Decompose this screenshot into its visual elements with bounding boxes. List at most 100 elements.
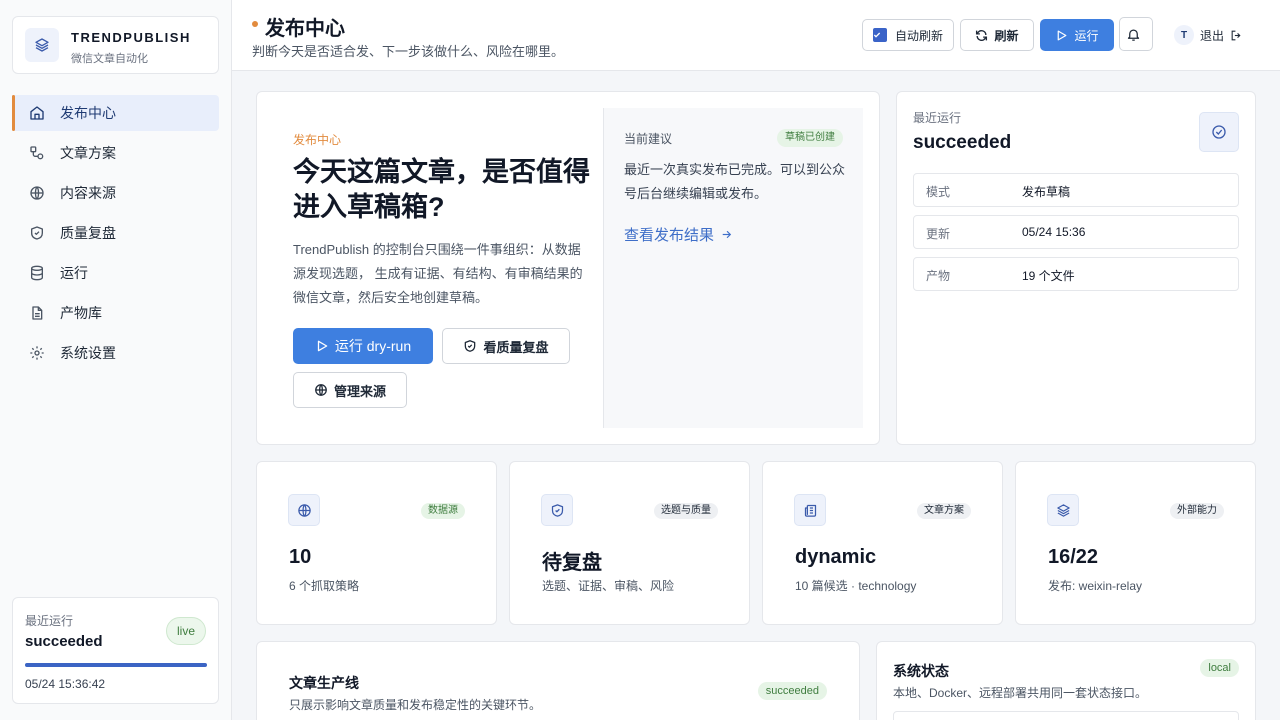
notifications-button[interactable] <box>1119 17 1153 51</box>
gear-icon <box>28 344 46 362</box>
stat-card-article-plan[interactable]: 文章方案 dynamic 10 篇候选 · technology <box>762 461 1003 625</box>
avatar: T <box>1174 25 1194 45</box>
system-env-badge: local <box>1200 659 1239 677</box>
logout-label[interactable]: 退出 <box>1200 27 1224 44</box>
brand-name: TRENDPUBLISH <box>71 30 191 45</box>
sidebar-run-status: 最近运行 succeeded live 05/24 15:36:42 <box>12 597 219 704</box>
stat-subtitle: 6 个抓取策略 <box>289 579 360 593</box>
page-header: 发布中心 判断今天是否适合发、下一步该做什么、风险在哪里。 自动刷新 刷新 运行… <box>232 0 1280 71</box>
stat-value: dynamic <box>795 546 877 568</box>
system-status-title: 系统状态 <box>893 663 949 679</box>
row-key: 更新 <box>926 227 951 241</box>
run-progress-fill <box>25 663 207 667</box>
sidebar-item-label: 发布中心 <box>60 105 116 121</box>
row-value: 19 个文件 <box>1022 269 1075 283</box>
page-subtitle: 判断今天是否适合发、下一步该做什么、风险在哪里。 <box>252 44 565 59</box>
system-status-subtitle: 本地、Docker、远程部署共用同一套状态接口。 <box>893 686 1148 700</box>
title-dot <box>252 21 258 27</box>
system-status-card: 系统状态 本地、Docker、远程部署共用同一套状态接口。 local <box>876 641 1256 720</box>
sidebar-item-label: 质量复盘 <box>60 225 116 241</box>
run-dry-run-label: 运行 dry-run <box>334 338 412 354</box>
shield-check-icon <box>541 494 573 526</box>
sidebar-item-label: 运行 <box>60 265 88 281</box>
view-quality-review-button[interactable]: 看质量复盘 <box>442 328 570 364</box>
run-updated-row: 更新 05/24 15:36 <box>913 215 1239 249</box>
user-menu[interactable]: T 退出 <box>1174 24 1243 46</box>
database-icon <box>28 264 46 282</box>
hero-description: TrendPublish 的控制台只围绕一件事组织：从数据源发现选题， 生成有证… <box>293 242 583 305</box>
checkbox-checked-icon[interactable] <box>872 28 887 42</box>
sidebar-item-artifacts[interactable]: 产物库 <box>12 295 219 331</box>
globe-icon <box>315 384 327 396</box>
stat-value: 10 <box>289 546 312 568</box>
sidebar-item-label: 内容来源 <box>60 185 116 201</box>
pipeline-status-badge: succeeded <box>757 682 827 700</box>
sidebar-item-article-plans[interactable]: 文章方案 <box>12 135 219 171</box>
run-artifacts-row: 产物 19 个文件 <box>913 257 1239 291</box>
manage-sources-button[interactable]: 管理来源 <box>293 372 407 408</box>
refresh-label: 刷新 <box>994 28 1019 43</box>
draft-created-badge: 草稿已创建 <box>777 129 843 147</box>
recent-run-card: 最近运行 succeeded 模式 发布草稿 更新 05/24 15:36 产物… <box>896 91 1256 445</box>
live-badge: live <box>165 617 206 645</box>
row-key: 模式 <box>926 185 951 199</box>
view-publish-result-link[interactable]: 查看发布结果 <box>624 224 733 245</box>
stat-card-quality[interactable]: 选题与质量 待复盘 选题、证据、审稿、风险 <box>509 461 750 625</box>
run-label: 运行 <box>1074 28 1099 43</box>
sidebar-item-label: 产物库 <box>60 305 102 321</box>
hero-title: 今天这篇文章，是否值得进入草稿箱? <box>293 157 590 222</box>
layers-icon <box>1047 494 1079 526</box>
row-key: 产物 <box>926 269 951 283</box>
sidebar-item-settings[interactable]: 系统设置 <box>12 335 219 371</box>
hero-card: 发布中心 今天这篇文章，是否值得进入草稿箱? TrendPublish 的控制台… <box>256 91 880 445</box>
refresh-button[interactable]: 刷新 <box>960 19 1034 51</box>
sidebar-nav: 发布中心 文章方案 内容来源 质量复盘 运行 产物库 系统设置 <box>12 95 219 375</box>
stat-card-sources[interactable]: 数据源 10 6 个抓取策略 <box>256 461 497 625</box>
stat-tag: 外部能力 <box>1170 503 1224 519</box>
stat-tag: 文章方案 <box>917 503 971 519</box>
auto-refresh-label: 自动刷新 <box>894 28 943 43</box>
view-quality-review-label: 看质量复盘 <box>483 339 549 355</box>
sidebar-item-label: 文章方案 <box>60 145 116 161</box>
newspaper-icon <box>794 494 826 526</box>
play-icon <box>317 340 328 352</box>
stat-value: 16/22 <box>1048 546 1099 568</box>
run-status-time: 05/24 15:36:42 <box>25 677 106 691</box>
pipeline-title: 文章生产线 <box>289 675 359 691</box>
suggestion-label: 当前建议 <box>624 132 673 146</box>
run-button[interactable]: 运行 <box>1040 19 1114 51</box>
run-progress-bar <box>25 663 207 667</box>
suggestion-panel: 当前建议 草稿已创建 最近一次真实发布已完成。可以到公众号后台继续编辑或发布。 … <box>603 108 863 428</box>
play-icon <box>1058 30 1067 40</box>
recent-run-label: 最近运行 <box>913 111 962 125</box>
suggestion-text: 最近一次真实发布已完成。可以到公众号后台继续编辑或发布。 <box>624 162 846 201</box>
sidebar-item-label: 系统设置 <box>60 345 116 361</box>
brand-card[interactable]: TRENDPUBLISH 微信文章自动化 <box>12 16 219 74</box>
arrow-right-icon <box>722 230 732 239</box>
shield-check-icon <box>465 340 476 352</box>
pipeline-subtitle: 只展示影响文章质量和发布稳定性的关键环节。 <box>289 698 542 712</box>
sidebar-item-quality-review[interactable]: 质量复盘 <box>12 215 219 251</box>
logout-icon[interactable] <box>1230 29 1243 42</box>
stat-subtitle: 10 篇候选 · technology <box>795 579 917 593</box>
sidebar-item-content-sources[interactable]: 内容来源 <box>12 175 219 211</box>
file-icon <box>28 304 46 322</box>
sidebar-item-publish-center[interactable]: 发布中心 <box>12 95 219 131</box>
sidebar: TRENDPUBLISH 微信文章自动化 发布中心 文章方案 内容来源 质量复盘… <box>0 0 232 720</box>
stat-tag: 数据源 <box>421 503 465 519</box>
sidebar-item-runs[interactable]: 运行 <box>12 255 219 291</box>
home-icon <box>28 104 46 122</box>
system-status-panel <box>893 711 1239 720</box>
auto-refresh-toggle[interactable]: 自动刷新 <box>862 19 954 51</box>
hero-kicker: 发布中心 <box>293 133 342 147</box>
layers-icon <box>25 28 59 62</box>
manage-sources-label: 管理来源 <box>333 383 386 399</box>
row-value: 发布草稿 <box>1022 185 1071 199</box>
brand-subtitle: 微信文章自动化 <box>71 53 148 65</box>
stat-card-capabilities[interactable]: 外部能力 16/22 发布: weixin-relay <box>1015 461 1256 625</box>
bell-icon <box>1127 29 1139 41</box>
flow-icon <box>28 144 46 162</box>
run-dry-run-button[interactable]: 运行 dry-run <box>293 328 433 364</box>
row-value: 05/24 15:36 <box>1022 225 1086 239</box>
pipeline-card: 文章生产线 只展示影响文章质量和发布稳定性的关键环节。 succeeded <box>256 641 860 720</box>
